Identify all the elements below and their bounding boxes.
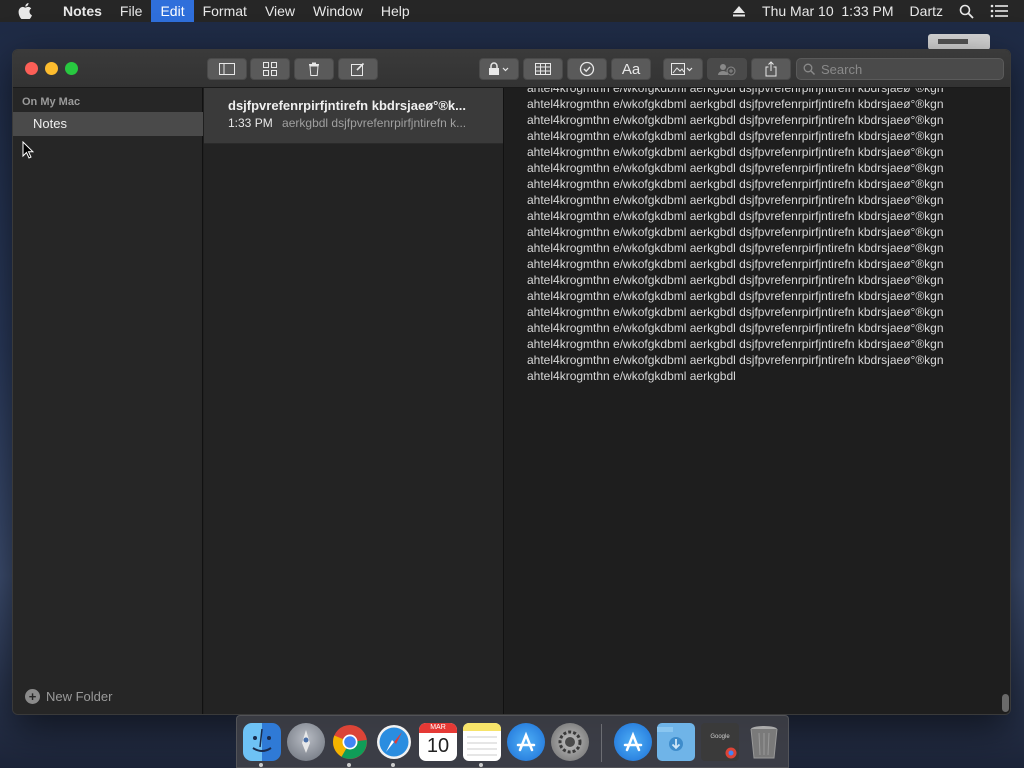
desktop-drive-icon[interactable] xyxy=(928,34,990,50)
note-editor[interactable]: ahtel4krogmthn e/wkofgkdbml aerkgbdl dsj… xyxy=(505,88,1010,714)
new-folder-label: New Folder xyxy=(46,689,113,704)
plus-icon: + xyxy=(25,689,40,704)
checklist-button[interactable] xyxy=(567,58,607,80)
notes-running-indicator xyxy=(479,763,483,767)
close-button[interactable] xyxy=(25,62,38,75)
attachments-browser-button[interactable] xyxy=(250,58,290,80)
stack-label: Google xyxy=(710,734,730,740)
menu-bar: Notes File Edit Format View Window Help … xyxy=(0,0,1024,22)
search-field[interactable] xyxy=(796,58,1004,80)
sidebar-item-notes[interactable]: Notes xyxy=(13,112,203,136)
user-name[interactable]: Dartz xyxy=(910,3,943,19)
grid-icon xyxy=(263,62,277,76)
trash-icon xyxy=(309,62,319,76)
lock-button[interactable] xyxy=(479,58,519,80)
share-icon xyxy=(765,61,777,77)
search-input[interactable] xyxy=(821,61,981,77)
add-people-icon xyxy=(718,64,736,76)
note-list-item[interactable]: dsjfpvrefenrpirfjntirefn kbdrsjaeø°®k...… xyxy=(204,88,503,144)
mouse-pointer-icon xyxy=(22,140,35,164)
notes-app-icon[interactable] xyxy=(463,723,501,761)
media-button[interactable] xyxy=(663,58,703,80)
calendar-icon[interactable]: MAR 10 xyxy=(419,723,457,761)
finder-running-indicator xyxy=(259,763,263,767)
clock[interactable]: Thu Mar 10 1:33 PM xyxy=(762,3,894,19)
folders-sidebar: On My Mac Notes + New Folder xyxy=(13,88,203,714)
menu-file[interactable]: File xyxy=(111,0,152,22)
search-icon xyxy=(803,63,815,75)
dock-separator xyxy=(601,724,602,762)
new-folder-button[interactable]: + New Folder xyxy=(25,689,112,704)
chrome-icon[interactable] xyxy=(331,723,369,761)
downloads-folder-icon[interactable] xyxy=(657,723,695,761)
apple-icon[interactable] xyxy=(18,3,38,19)
note-preview: aerkgbdl dsjfpvrefenrpirfjntirefn k... xyxy=(282,116,467,130)
share-button[interactable] xyxy=(751,58,791,80)
collaborate-button[interactable] xyxy=(707,58,747,80)
menu-app-name[interactable]: Notes xyxy=(54,0,111,22)
table-button[interactable] xyxy=(523,58,563,80)
sidebar-icon xyxy=(219,63,235,75)
note-title: dsjfpvrefenrpirfjntirefn kbdrsjaeø°®k... xyxy=(228,98,466,113)
text-format-button[interactable]: Aa xyxy=(611,58,651,80)
note-time: 1:33 PM xyxy=(228,116,273,130)
editor-scrollbar[interactable] xyxy=(1002,694,1009,712)
menu-help[interactable]: Help xyxy=(372,0,419,22)
new-note-button[interactable] xyxy=(338,58,378,80)
note-meta: 1:33 PM aerkgbdl dsjfpvrefenrpirfjntiref… xyxy=(228,116,486,130)
safari-icon[interactable] xyxy=(375,723,413,761)
menu-edit[interactable]: Edit xyxy=(151,0,194,22)
text-format-icon: Aa xyxy=(621,60,641,78)
minimize-button[interactable] xyxy=(45,62,58,75)
applications-folder-icon[interactable] xyxy=(614,723,652,761)
notes-window: Aa On My Mac Notes + New Folder dsjfpvre… xyxy=(12,49,1011,715)
sidebar-toggle-button[interactable] xyxy=(207,58,247,80)
lock-icon xyxy=(489,62,509,75)
calendar-day: 10 xyxy=(426,735,450,757)
menu-view[interactable]: View xyxy=(256,0,304,22)
photo-icon xyxy=(671,63,693,75)
window-toolbar: Aa xyxy=(13,50,1010,88)
notification-center-icon[interactable] xyxy=(990,4,1008,18)
compose-icon xyxy=(351,62,365,76)
menu-format[interactable]: Format xyxy=(194,0,256,22)
table-icon xyxy=(535,63,551,75)
launchpad-icon[interactable] xyxy=(287,723,325,761)
checkmark-circle-icon xyxy=(579,61,595,77)
system-preferences-icon[interactable] xyxy=(551,723,589,761)
delete-button[interactable] xyxy=(294,58,334,80)
note-body-text[interactable]: ahtel4krogmthn e/wkofgkdbml aerkgbdl dsj… xyxy=(527,88,977,384)
trash-icon[interactable] xyxy=(745,723,783,761)
section-on-my-mac: On My Mac xyxy=(22,96,81,108)
calendar-month: MAR xyxy=(419,723,457,733)
finder-icon[interactable] xyxy=(243,723,281,761)
zoom-button[interactable] xyxy=(65,62,78,75)
recent-chrome-stack-icon[interactable]: Google xyxy=(701,723,739,761)
safari-running-indicator xyxy=(391,763,395,767)
menu-window[interactable]: Window xyxy=(304,0,372,22)
spotlight-icon[interactable] xyxy=(959,4,974,19)
chrome-running-indicator xyxy=(347,763,351,767)
notes-list: dsjfpvrefenrpirfjntirefn kbdrsjaeø°®k...… xyxy=(204,88,504,714)
dock: MAR 10 Google xyxy=(236,715,789,768)
eject-icon[interactable] xyxy=(732,5,746,17)
app-store-icon[interactable] xyxy=(507,723,545,761)
